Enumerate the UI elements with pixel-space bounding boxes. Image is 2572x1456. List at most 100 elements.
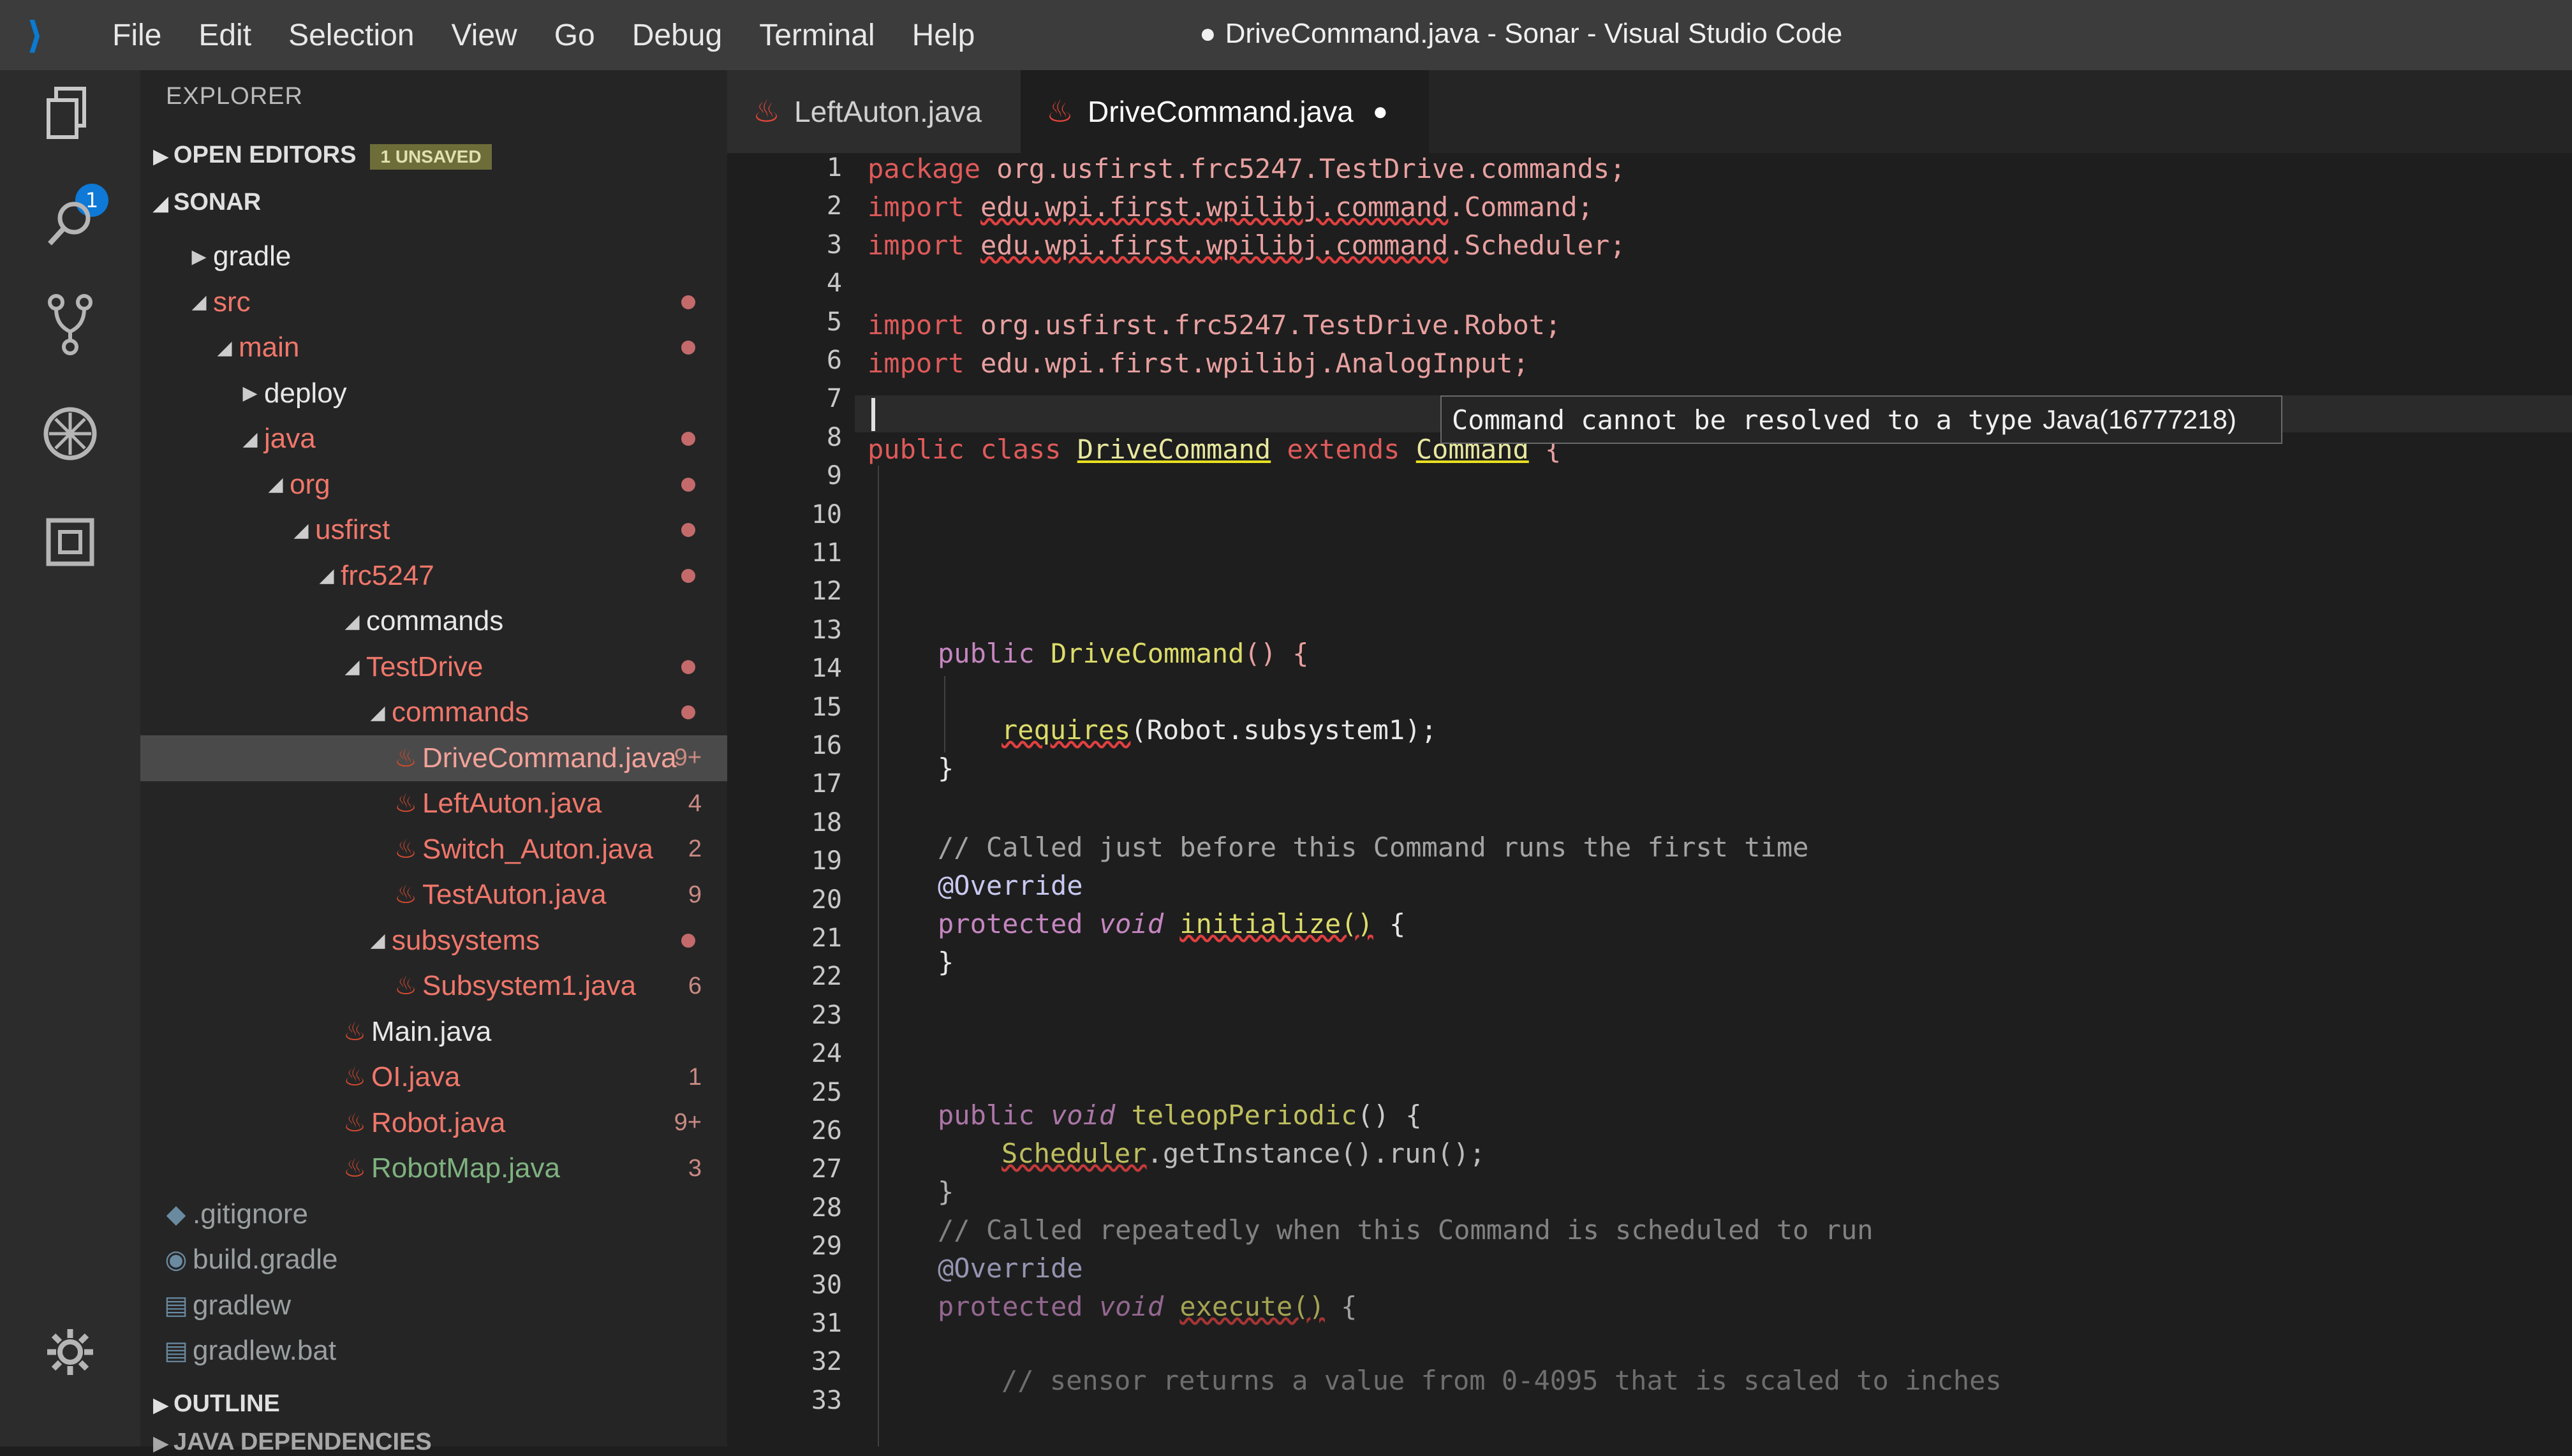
tab-leftauton[interactable]: ♨ LeftAuton.java xyxy=(727,70,1059,153)
code-line-16: } xyxy=(938,753,954,784)
error-squiggle-text[interactable]: requires xyxy=(1001,714,1130,746)
line-number: 2 xyxy=(826,191,842,221)
java-file-icon: ♨ xyxy=(394,790,417,818)
code-editor[interactable]: 1 2 3 4 5 6 7 8 9 10 11 12 13 14 15 16 17 18 19 20 21 22 23 24 2… xyxy=(727,153,2572,1446)
chevron-down-icon[interactable]: ◢ xyxy=(287,519,315,541)
tree-item-label: Subsystem1.java xyxy=(422,970,637,1001)
tree-item[interactable]: ♨ OI.java 1 xyxy=(140,1054,727,1100)
outline-section[interactable]: ▶ OUTLINE xyxy=(140,1390,279,1418)
gear-icon[interactable] xyxy=(38,1320,102,1384)
menu-terminal[interactable]: Terminal xyxy=(743,11,891,59)
problem-count-badge: 2 xyxy=(688,835,702,862)
project-label: SONAR xyxy=(174,189,262,216)
menu-selection[interactable]: Selection xyxy=(272,11,431,59)
unsaved-dot-icon: ● xyxy=(1199,18,1216,49)
chevron-down-icon[interactable]: ◢ xyxy=(236,428,264,450)
tree-item[interactable]: ♨ Robot.java 9+ xyxy=(140,1100,727,1146)
tree-item-label: .gitignore xyxy=(193,1198,309,1230)
tree-item[interactable]: ▤ gradlew xyxy=(140,1283,727,1328)
tree-item[interactable]: ◢ usfirst xyxy=(140,507,727,553)
code-text: (Robot.subsystem1); xyxy=(1130,714,1437,746)
chevron-down-icon[interactable]: ◢ xyxy=(313,564,341,587)
java-file-icon: ♨ xyxy=(1046,95,1074,129)
error-squiggle-text[interactable]: edu.wpi.first.wpilibj.command xyxy=(980,230,1448,261)
chevron-down-icon[interactable]: ◢ xyxy=(364,929,392,952)
tree-item-label: TestDrive xyxy=(366,651,484,682)
tree-item[interactable]: ◉ build.gradle xyxy=(140,1237,727,1283)
search-icon[interactable] xyxy=(38,191,102,255)
line-number: 4 xyxy=(826,268,842,298)
tree-item[interactable]: ◢ java xyxy=(140,416,727,462)
method-name: DriveCommand xyxy=(1051,638,1245,669)
keyword: public class xyxy=(868,434,1077,465)
tree-item[interactable]: ♨ DriveCommand.java 9+ xyxy=(140,735,727,781)
chevron-down-icon: ◢ xyxy=(153,193,168,214)
files-icon[interactable] xyxy=(38,83,102,147)
tree-item[interactable]: ◢ subsystems xyxy=(140,918,727,964)
chevron-down-icon[interactable]: ◢ xyxy=(338,656,366,678)
tree-item[interactable]: ◢ commands xyxy=(140,689,727,735)
open-editors-section[interactable]: ▶ OPEN EDITORS 1 UNSAVED xyxy=(140,142,492,170)
unsaved-dot-icon[interactable]: ● xyxy=(1373,98,1388,126)
tree-item[interactable]: ♨ RobotMap.java 3 xyxy=(140,1145,727,1191)
chevron-right-icon: ▶ xyxy=(153,146,168,167)
project-section[interactable]: ◢ SONAR xyxy=(140,189,261,216)
problem-dot-icon xyxy=(681,933,695,948)
class-name[interactable]: DriveCommand xyxy=(1077,434,1271,465)
menu-go[interactable]: Go xyxy=(538,11,612,59)
problem-count-badge: 6 xyxy=(688,972,702,999)
menu-edit[interactable]: Edit xyxy=(182,11,268,59)
error-squiggle-text[interactable]: Scheduler xyxy=(1001,1138,1147,1169)
tree-item[interactable]: ▤ gradlew.bat xyxy=(140,1328,727,1374)
line-number: 9 xyxy=(826,461,842,491)
line-number: 11 xyxy=(811,538,842,568)
tree-item[interactable]: ◢ main xyxy=(140,325,727,371)
tree-item[interactable]: ♨ Switch_Auton.java 2 xyxy=(140,827,727,872)
tree-item[interactable]: ♨ Subsystem1.java 6 xyxy=(140,963,727,1009)
code-line-26: Scheduler.getInstance().run(); xyxy=(1001,1138,1486,1169)
extensions-icon[interactable] xyxy=(38,510,102,574)
tab-drivecommand[interactable]: ♨ DriveCommand.java ● xyxy=(1021,70,1429,153)
error-squiggle-text[interactable]: execute() xyxy=(1179,1291,1325,1322)
problem-count-badge: 4 xyxy=(688,790,702,817)
tree-item[interactable]: ▶ gradle xyxy=(140,233,727,279)
java-dependencies-section[interactable]: ▶ JAVA DEPENDENCIES xyxy=(140,1429,431,1456)
chevron-down-icon[interactable]: ◢ xyxy=(185,291,213,313)
keyword: void xyxy=(1098,908,1180,939)
line-number: 22 xyxy=(811,962,842,992)
chevron-right-icon[interactable]: ▶ xyxy=(185,246,213,268)
chevron-down-icon[interactable]: ◢ xyxy=(262,473,290,496)
menu-debug[interactable]: Debug xyxy=(616,11,739,59)
line-number: 23 xyxy=(811,1000,842,1030)
menu-view[interactable]: View xyxy=(435,11,534,59)
problem-dot-icon xyxy=(681,523,695,537)
chevron-down-icon[interactable]: ◢ xyxy=(364,702,392,724)
error-squiggle-text[interactable]: edu.wpi.first.wpilibj.command xyxy=(980,191,1448,223)
debug-icon[interactable] xyxy=(38,402,102,466)
tree-item[interactable]: ♨ Main.java xyxy=(140,1009,727,1055)
source-control-icon[interactable] xyxy=(38,293,102,357)
tree-item[interactable]: ◢ org xyxy=(140,462,727,508)
tree-item[interactable]: ▶ deploy xyxy=(140,371,727,416)
tree-item[interactable]: ◆ .gitignore xyxy=(140,1191,727,1237)
line-number: 14 xyxy=(811,654,842,684)
tree-item[interactable]: ♨ TestAuton.java 9 xyxy=(140,872,727,918)
tree-item[interactable]: ◢ frc5247 xyxy=(140,553,727,599)
menu-file[interactable]: File xyxy=(96,11,178,59)
keyword: import xyxy=(868,191,964,223)
tree-item-label: LeftAuton.java xyxy=(422,788,602,819)
vscode-logo-icon: ⟩ xyxy=(26,13,44,57)
file-icon: ◉ xyxy=(165,1246,188,1274)
error-squiggle-text[interactable]: initialize() xyxy=(1179,908,1373,939)
code-line-18: // Called just before this Command runs … xyxy=(938,832,1809,863)
indent-guide xyxy=(944,676,945,753)
tree-item[interactable]: ◢ TestDrive xyxy=(140,644,727,690)
code-text: org.usfirst.frc5247.TestDrive.Robot; xyxy=(964,309,1562,341)
chevron-down-icon[interactable]: ◢ xyxy=(338,610,366,633)
tree-item[interactable]: ♨ LeftAuton.java 4 xyxy=(140,781,727,827)
tree-item[interactable]: ◢ commands xyxy=(140,598,727,644)
chevron-right-icon[interactable]: ▶ xyxy=(236,382,264,404)
chevron-down-icon[interactable]: ◢ xyxy=(211,337,239,359)
menu-help[interactable]: Help xyxy=(896,11,992,59)
tree-item[interactable]: ◢ src xyxy=(140,279,727,325)
